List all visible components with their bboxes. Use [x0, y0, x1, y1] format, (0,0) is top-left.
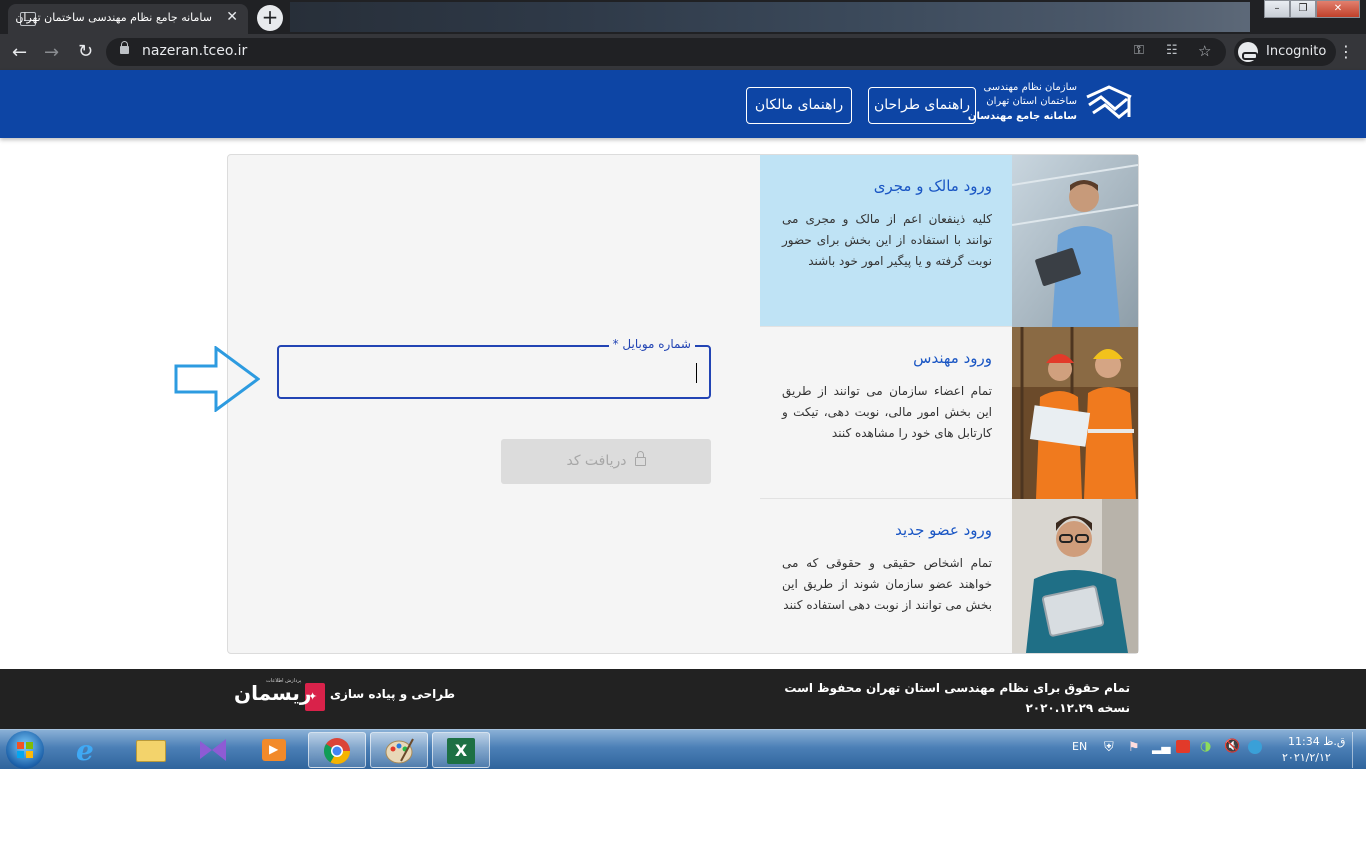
- man-tablet-smiling-photo: [1012, 499, 1138, 653]
- antivirus-icon[interactable]: [1176, 740, 1190, 753]
- excel-icon: X: [447, 738, 475, 764]
- logo-line-1: سازمان نظام مهندسی: [983, 82, 1077, 93]
- risman-brand[interactable]: ریسمان: [234, 681, 311, 705]
- site-header: راهنمای مالکان راهنمای طراحان سازمان نظا…: [0, 70, 1366, 138]
- browser-toolbar: ← → ↻ nazeran.tceo.ir ⚿ ☷ ☆ Incognito ⋮: [0, 34, 1366, 70]
- owners-guide-button[interactable]: راهنمای مالکان: [746, 87, 852, 124]
- maximize-button[interactable]: ❐: [1290, 0, 1316, 18]
- folder-icon: [136, 740, 166, 762]
- windows-start-button[interactable]: [6, 731, 44, 769]
- lock-icon[interactable]: [120, 41, 129, 54]
- file-explorer-taskbar-button[interactable]: [122, 732, 180, 768]
- businessman-tablet-photo: [1012, 155, 1138, 327]
- paint-palette-icon: [385, 738, 414, 764]
- incognito-label: Incognito: [1266, 44, 1327, 59]
- pointer-arrow-icon: [174, 346, 260, 412]
- key-icon[interactable]: ⚿: [1134, 43, 1144, 58]
- chrome-icon: [323, 738, 351, 765]
- designers-guide-button[interactable]: راهنمای طراحان: [868, 87, 976, 124]
- new-member-login-panel[interactable]: ورود عضو جدید تمام اشخاص حقیقی و حقوقی ک…: [760, 499, 1138, 653]
- messenger-icon[interactable]: [1248, 740, 1262, 754]
- clock-time[interactable]: ق.ظ 11:34: [1288, 735, 1345, 748]
- media-player-icon: ▶: [262, 739, 286, 761]
- incognito-icon: [1238, 42, 1258, 62]
- visual-studio-taskbar-button[interactable]: [184, 732, 242, 768]
- tab-close-icon[interactable]: ✕: [226, 9, 238, 25]
- forward-arrow-icon[interactable]: →: [44, 42, 59, 63]
- version-text: نسخه ۲۰۲۰.۱۲.۲۹: [1025, 701, 1130, 715]
- owner-executor-login-panel[interactable]: ورود مالک و مجری کلیه ذینفعان اعم از مال…: [760, 155, 1138, 327]
- windows-taskbar: e ▶ X EN ⛨ ⚑ ▂▄ ◑ 🔇 ق.ظ 11:34 ۲۰۲۱/۲/۱۲: [0, 729, 1366, 769]
- close-window-button[interactable]: ✕: [1316, 0, 1360, 18]
- new-tab-button[interactable]: +: [257, 5, 283, 31]
- reload-icon[interactable]: ↻: [78, 41, 93, 62]
- building-hands-logo-icon: [1086, 85, 1132, 119]
- show-desktop-button[interactable]: [1352, 732, 1364, 768]
- text-caret: [696, 363, 697, 383]
- excel-taskbar-button[interactable]: X: [432, 732, 490, 768]
- tab-title: سامانه جامع نظام مهندسی ساختمان تهران: [15, 11, 212, 24]
- translate-icon[interactable]: ☷: [1166, 43, 1178, 58]
- security-shield-icon[interactable]: ⛨: [1104, 740, 1114, 755]
- mobile-number-label: شماره موبایل *: [608, 337, 695, 351]
- engineers-hardhats-photo: [1012, 327, 1138, 499]
- clock-date[interactable]: ۲۰۲۱/۲/۱۲: [1282, 751, 1331, 764]
- get-code-label: دریافت کد: [566, 453, 627, 469]
- chrome-taskbar-button[interactable]: [308, 732, 366, 768]
- language-indicator[interactable]: EN: [1072, 740, 1087, 753]
- internet-explorer-taskbar-button[interactable]: e: [60, 732, 118, 768]
- window-controls: – ❐ ✕: [1264, 0, 1360, 18]
- action-center-flag-icon[interactable]: ⚑: [1128, 740, 1140, 755]
- new-member-login-link[interactable]: ورود عضو جدید: [895, 521, 992, 539]
- get-code-button[interactable]: دریافت کد: [501, 439, 711, 484]
- volume-muted-icon[interactable]: 🔇: [1224, 739, 1240, 754]
- back-arrow-icon[interactable]: ←: [12, 42, 27, 63]
- windows-logo-icon: [17, 742, 33, 758]
- media-player-taskbar-button[interactable]: ▶: [246, 732, 304, 768]
- engineer-description: تمام اعضاء سازمان می توانند از طریق این …: [782, 384, 992, 440]
- logo-line-3: سامانه جامع مهندسان: [967, 111, 1077, 122]
- minimize-button[interactable]: –: [1264, 0, 1290, 18]
- incognito-badge[interactable]: Incognito: [1234, 38, 1337, 66]
- engineer-login-link[interactable]: ورود مهندس: [913, 349, 992, 367]
- browser-tab-active[interactable]: سامانه جامع نظام مهندسی ساختمان تهران ✕: [8, 4, 248, 34]
- designer-credit: طراحی و پیاده سازی: [330, 687, 456, 701]
- sync-globe-icon[interactable]: ◑: [1200, 739, 1211, 754]
- visual-studio-icon: [200, 739, 226, 761]
- mobile-number-input[interactable]: شماره موبایل *: [277, 337, 711, 399]
- logo-line-2: ساختمان استان تهران: [986, 96, 1077, 107]
- network-signal-icon[interactable]: ▂▄: [1152, 740, 1170, 754]
- internet-explorer-icon: e: [76, 734, 94, 767]
- engineer-login-panel[interactable]: ورود مهندس تمام اعضاء سازمان می توانند ا…: [760, 327, 1138, 499]
- background-window-blur: [290, 2, 1250, 32]
- owner-executor-login-link[interactable]: ورود مالک و مجری: [874, 177, 992, 195]
- owner-executor-description: کلیه ذینفعان اعم از مالک و مجری می توانن…: [782, 212, 992, 268]
- organization-logo[interactable]: سازمان نظام مهندسی ساختمان استان تهران س…: [968, 80, 1135, 128]
- copyright-text: تمام حقوق برای نظام مهندسی استان تهران م…: [784, 681, 1130, 695]
- new-member-description: تمام اشخاص حقیقی و حقوقی که می خواهند عض…: [782, 556, 992, 612]
- paint-taskbar-button[interactable]: [370, 732, 428, 768]
- lock-icon: [634, 451, 646, 466]
- browser-tab-strip: سامانه جامع نظام مهندسی ساختمان تهران ✕ …: [0, 0, 1366, 34]
- menu-dots-icon[interactable]: ⋮: [1338, 42, 1354, 61]
- url-text[interactable]: nazeran.tceo.ir: [142, 43, 247, 59]
- star-icon[interactable]: ☆: [1198, 42, 1211, 60]
- risman-tagline: پردازش اطلاعات: [266, 678, 302, 684]
- login-card: شماره موبایل * دریافت کد ورود مالک و مجر…: [227, 154, 1139, 654]
- site-footer: تمام حقوق برای نظام مهندسی استان تهران م…: [0, 669, 1366, 729]
- address-bar[interactable]: nazeran.tceo.ir ⚿ ☷ ☆: [106, 38, 1226, 66]
